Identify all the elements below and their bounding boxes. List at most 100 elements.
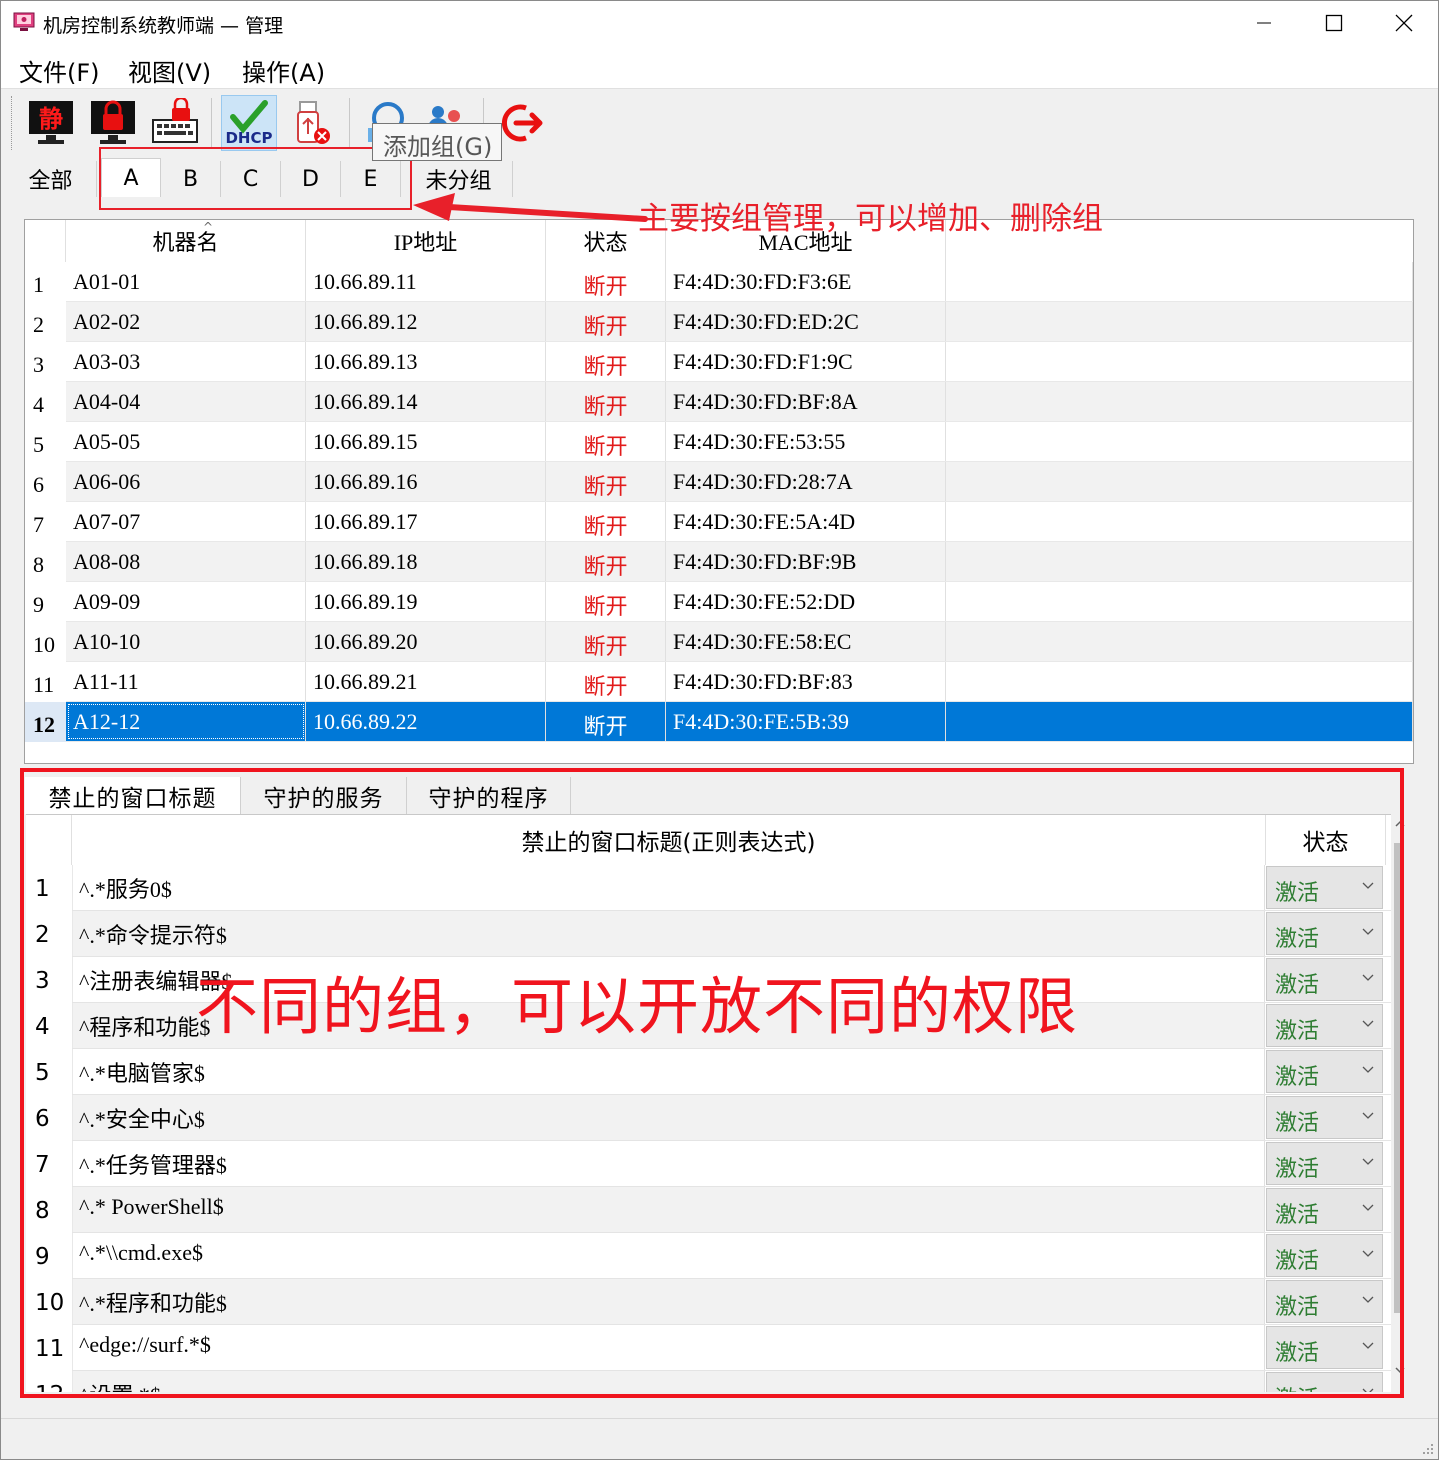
rule-status-dropdown[interactable]: 激活 <box>1266 1188 1383 1231</box>
machine-status-cell[interactable]: 断开 <box>546 262 666 301</box>
quiet-screen-button[interactable]: 静 <box>23 95 79 151</box>
row-number[interactable]: 9 <box>25 582 66 622</box>
row-number[interactable]: 12 <box>25 702 66 742</box>
machine-row[interactable]: 10 A10-10 10.66.89.20 断开 F4:4D:30:FE:58:EC <box>25 622 1413 662</box>
filler-cell[interactable] <box>946 542 1413 581</box>
rule-pattern-cell[interactable]: ^.*程序和功能$ <box>72 1279 1265 1324</box>
row-number[interactable]: 4 <box>25 382 66 422</box>
ip-address-cell[interactable]: 10.66.89.17 <box>306 502 546 541</box>
machine-status-cell[interactable]: 断开 <box>546 582 666 621</box>
rule-pattern-cell[interactable]: ^.*任务管理器$ <box>72 1141 1265 1186</box>
machine-name-cell[interactable]: A07-07 <box>66 502 306 541</box>
row-number[interactable]: 5 <box>25 422 66 462</box>
rule-status-dropdown[interactable]: 激活 <box>1266 1096 1383 1139</box>
ip-address-cell[interactable]: 10.66.89.11 <box>306 262 546 301</box>
machine-row[interactable]: 2 A02-02 10.66.89.12 断开 F4:4D:30:FD:ED:2C <box>25 302 1413 342</box>
ip-address-cell[interactable]: 10.66.89.14 <box>306 382 546 421</box>
column-header-pattern[interactable]: 禁止的窗口标题(正则表达式) <box>72 815 1266 865</box>
machine-name-cell[interactable]: A10-10 <box>66 622 306 661</box>
rule-status-dropdown[interactable]: 激活 <box>1266 958 1383 1001</box>
machine-name-cell[interactable]: A08-08 <box>66 542 306 581</box>
tab-group-all[interactable]: 全部 <box>5 161 97 197</box>
machine-name-cell[interactable]: A12-12 <box>66 702 306 741</box>
filler-cell[interactable] <box>946 382 1413 421</box>
machine-row[interactable]: 3 A03-03 10.66.89.13 断开 F4:4D:30:FD:F1:9C <box>25 342 1413 382</box>
rule-row[interactable]: 10 ^.*程序和功能$ 激活 <box>26 1279 1391 1325</box>
mac-address-cell[interactable]: F4:4D:30:FD:F3:6E <box>666 262 946 301</box>
rule-row[interactable]: 12^设置.*$ 激活 <box>26 1371 1391 1392</box>
dhcp-button[interactable]: DHCP <box>221 95 277 151</box>
row-number[interactable]: 7 <box>25 502 66 542</box>
rule-pattern-cell[interactable]: ^.* PowerShell$ <box>72 1187 1265 1232</box>
menu-file[interactable]: 文件(F) <box>19 53 100 88</box>
filler-cell[interactable] <box>946 342 1413 381</box>
ip-address-cell[interactable]: 10.66.89.16 <box>306 462 546 501</box>
row-number[interactable]: 3 <box>25 342 66 382</box>
rule-pattern-cell[interactable]: ^.*\\cmd.exe$ <box>72 1233 1265 1278</box>
machine-status-cell[interactable]: 断开 <box>546 462 666 501</box>
filler-cell[interactable] <box>946 422 1413 461</box>
rule-row[interactable]: 8 ^.* PowerShell$ 激活 <box>26 1187 1391 1233</box>
machine-row[interactable]: 5 A05-05 10.66.89.15 断开 F4:4D:30:FE:53:55 <box>25 422 1413 462</box>
mac-address-cell[interactable]: F4:4D:30:FD:BF:9B <box>666 542 946 581</box>
rule-row[interactable]: 11 ^edge://surf.*$ 激活 <box>26 1325 1391 1371</box>
rule-status-dropdown[interactable]: 激活 <box>1266 1326 1383 1369</box>
mac-address-cell[interactable]: F4:4D:30:FD:28:7A <box>666 462 946 501</box>
machine-name-cell[interactable]: A01-01 <box>66 262 306 301</box>
machine-name-cell[interactable]: A11-11 <box>66 662 306 701</box>
tab-protected-services[interactable]: 守护的服务 <box>241 777 407 814</box>
rule-status-dropdown[interactable]: 激活 <box>1266 1004 1383 1047</box>
machine-status-cell[interactable]: 断开 <box>546 342 666 381</box>
mac-address-cell[interactable]: F4:4D:30:FE:5B:39 <box>666 702 946 741</box>
machine-row[interactable]: 6 A06-06 10.66.89.16 断开 F4:4D:30:FD:28:7A <box>25 462 1413 502</box>
machine-row[interactable]: 11 A11-11 10.66.89.21 断开 F4:4D:30:FD:BF:83 <box>25 662 1413 702</box>
filler-cell[interactable] <box>946 582 1413 621</box>
mac-address-cell[interactable]: F4:4D:30:FE:52:DD <box>666 582 946 621</box>
machine-row[interactable]: 1 A01-01 10.66.89.11 断开 F4:4D:30:FD:F3:6E <box>25 262 1413 302</box>
menu-view[interactable]: 视图(V) <box>128 53 211 88</box>
machine-name-cell[interactable]: A06-06 <box>66 462 306 501</box>
rule-status-dropdown[interactable]: 激活 <box>1266 1050 1383 1093</box>
filler-cell[interactable] <box>946 262 1413 301</box>
scroll-up-icon[interactable] <box>1391 817 1409 831</box>
ip-address-cell[interactable]: 10.66.89.20 <box>306 622 546 661</box>
rule-row[interactable]: 5 ^.*电脑管家$ 激活 <box>26 1049 1391 1095</box>
rule-status-dropdown[interactable]: 激活 <box>1266 912 1383 955</box>
mac-address-cell[interactable]: F4:4D:30:FE:5A:4D <box>666 502 946 541</box>
rule-pattern-cell[interactable]: ^设置.*$ <box>72 1371 1265 1392</box>
machine-status-cell[interactable]: 断开 <box>546 542 666 581</box>
ip-address-cell[interactable]: 10.66.89.22 <box>306 702 546 741</box>
ip-address-cell[interactable]: 10.66.89.19 <box>306 582 546 621</box>
ip-address-cell[interactable]: 10.66.89.21 <box>306 662 546 701</box>
ip-address-cell[interactable]: 10.66.89.13 <box>306 342 546 381</box>
row-number[interactable]: 6 <box>25 462 66 502</box>
close-button[interactable] <box>1369 1 1439 45</box>
scroll-down-icon[interactable] <box>1391 1363 1409 1377</box>
rule-row[interactable]: 6 ^.*安全中心$ 激活 <box>26 1095 1391 1141</box>
filler-cell[interactable] <box>946 622 1413 661</box>
mac-address-cell[interactable]: F4:4D:30:FE:58:EC <box>666 622 946 661</box>
mac-address-cell[interactable]: F4:4D:30:FD:F1:9C <box>666 342 946 381</box>
column-header-name[interactable]: 机器名 <box>66 220 306 262</box>
rule-pattern-cell[interactable]: ^.*命令提示符$ <box>72 911 1265 956</box>
row-number[interactable]: 8 <box>25 542 66 582</box>
resize-grip-icon[interactable] <box>1420 1441 1434 1455</box>
machine-status-cell[interactable]: 断开 <box>546 382 666 421</box>
rule-row[interactable]: 2 ^.*命令提示符$ 激活 <box>26 911 1391 957</box>
maximize-button[interactable] <box>1299 1 1369 45</box>
mac-address-cell[interactable]: F4:4D:30:FD:BF:8A <box>666 382 946 421</box>
rule-status-dropdown[interactable]: 激活 <box>1266 1280 1383 1323</box>
rule-pattern-cell[interactable]: ^.*电脑管家$ <box>72 1049 1265 1094</box>
usb-block-button[interactable] <box>285 95 341 151</box>
machine-status-cell[interactable]: 断开 <box>546 302 666 341</box>
machine-name-cell[interactable]: A02-02 <box>66 302 306 341</box>
minimize-button[interactable] <box>1229 1 1299 45</box>
row-number[interactable]: 2 <box>25 302 66 342</box>
rule-pattern-cell[interactable]: ^.*安全中心$ <box>72 1095 1265 1140</box>
machine-name-cell[interactable]: A04-04 <box>66 382 306 421</box>
row-number[interactable]: 11 <box>25 662 66 702</box>
mac-address-cell[interactable]: F4:4D:30:FD:ED:2C <box>666 302 946 341</box>
ip-address-cell[interactable]: 10.66.89.15 <box>306 422 546 461</box>
ip-address-cell[interactable]: 10.66.89.18 <box>306 542 546 581</box>
machine-row[interactable]: 4 A04-04 10.66.89.14 断开 F4:4D:30:FD:BF:8A <box>25 382 1413 422</box>
